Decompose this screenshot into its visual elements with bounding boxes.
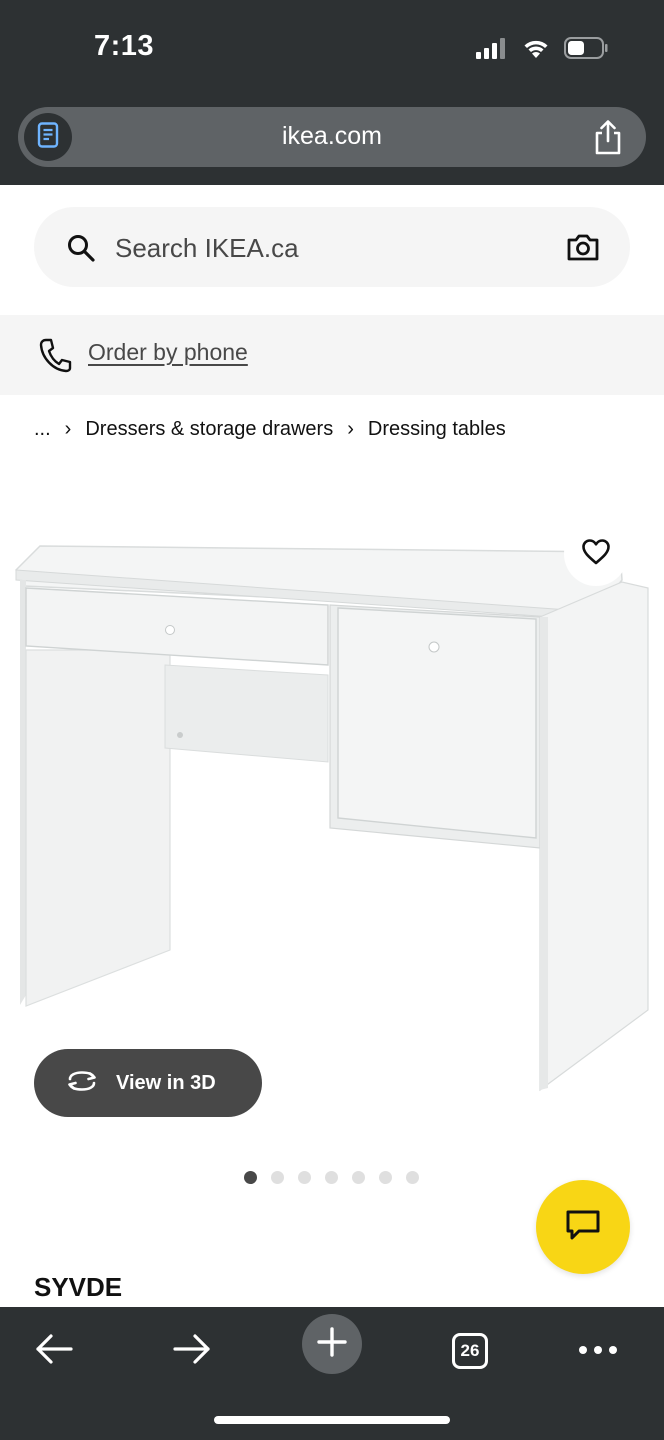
view-in-3d-label: View in 3D — [116, 1071, 216, 1094]
tab-count: 26 — [452, 1333, 488, 1369]
search-icon — [66, 233, 96, 268]
battery-icon — [564, 36, 608, 64]
arrow-right-icon — [172, 1333, 212, 1370]
favorite-button[interactable] — [564, 522, 628, 586]
chevron-right-icon: › — [64, 418, 72, 440]
breadcrumb: ... › Dressers & storage drawers › Dress… — [34, 418, 506, 441]
carousel-dot[interactable] — [244, 1171, 257, 1184]
browser-top-chrome: 7:13 ikea.com — [0, 0, 664, 185]
chat-bubble-icon — [565, 1209, 601, 1246]
carousel-dot[interactable] — [406, 1171, 419, 1184]
tabs-button[interactable]: 26 — [438, 1319, 502, 1383]
share-button[interactable] — [592, 119, 624, 155]
wifi-icon — [522, 37, 550, 64]
address-bar[interactable]: ikea.com — [18, 107, 646, 167]
breadcrumb-item-dressing-tables[interactable]: Dressing tables — [368, 418, 506, 441]
new-tab-button[interactable] — [302, 1314, 362, 1374]
cellular-signal-icon — [476, 37, 508, 64]
more-menu-button[interactable] — [566, 1319, 630, 1383]
breadcrumb-ellipsis[interactable]: ... — [34, 418, 51, 441]
carousel-dot[interactable] — [352, 1171, 365, 1184]
image-carousel-dots — [244, 1171, 419, 1184]
more-dots-icon — [578, 1342, 618, 1360]
carousel-dot[interactable] — [298, 1171, 311, 1184]
heart-icon — [581, 538, 611, 571]
status-time: 7:13 — [94, 30, 155, 62]
product-name: SYVDE — [34, 1272, 123, 1302]
back-button[interactable] — [22, 1319, 86, 1383]
home-indicator[interactable] — [214, 1416, 450, 1424]
forward-button[interactable] — [160, 1319, 224, 1383]
phone-icon — [38, 337, 72, 378]
search-input[interactable]: Search IKEA.ca — [34, 207, 630, 287]
order-by-phone-link[interactable]: Order by phone — [88, 339, 248, 366]
breadcrumb-item-dressers[interactable]: Dressers & storage drawers — [85, 418, 333, 441]
view-in-3d-button[interactable]: View in 3D — [34, 1049, 262, 1117]
carousel-dot[interactable] — [271, 1171, 284, 1184]
search-placeholder: Search IKEA.ca — [115, 233, 299, 263]
carousel-dot[interactable] — [325, 1171, 338, 1184]
share-icon — [592, 120, 624, 159]
arrow-left-icon — [34, 1333, 74, 1370]
status-icons — [476, 36, 608, 64]
url-text[interactable]: ikea.com — [18, 122, 646, 151]
order-by-phone-bar: Order by phone — [0, 315, 664, 395]
product-image[interactable] — [0, 520, 664, 1120]
chat-button[interactable] — [536, 1180, 630, 1274]
plus-icon — [316, 1326, 348, 1363]
camera-search-icon[interactable] — [566, 232, 600, 267]
chevron-right-icon: › — [347, 418, 354, 440]
rotate-3d-icon — [64, 1069, 100, 1098]
carousel-dot[interactable] — [379, 1171, 392, 1184]
